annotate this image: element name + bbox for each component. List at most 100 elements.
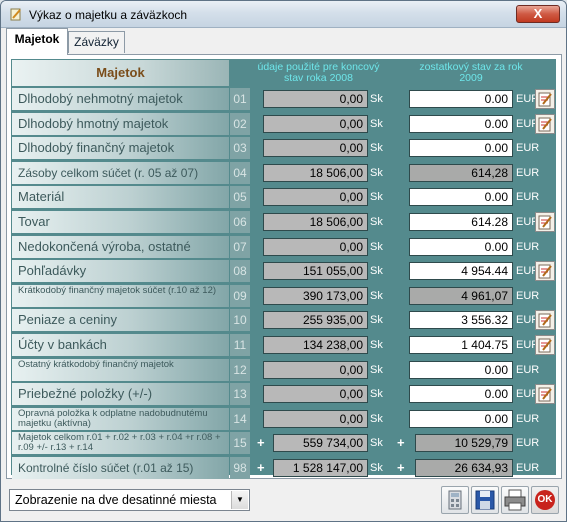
table-row: Dlhodobý nehmotný majetok 01 0,00 Sk 0.00 EUR: [11, 87, 556, 112]
eur-unit-label: EUR: [516, 289, 540, 302]
table-row: Krátkodobý finančný majetok súčet (r.10 …: [11, 284, 556, 309]
table-row: Opravná položka k odplatne nadobudnutému…: [11, 407, 556, 432]
row-number: 04: [230, 161, 250, 184]
title-bar: Výkaz o majetku a záväzkoch X: [1, 1, 566, 28]
plus-sign: +: [257, 460, 265, 475]
table-row: Peniaze a ceniny 10 255 935,00 Sk 3 556.32 EU…: [11, 308, 556, 333]
table-row: Tovar 06 18 506,00 Sk 614.28 EUR: [11, 210, 556, 235]
sk-unit-label: Sk: [370, 166, 383, 179]
save-icon: [475, 490, 495, 510]
table-row: Zásoby celkom súčet (r. 05 až 07) 04 18 50…: [11, 161, 556, 186]
current-year-input[interactable]: 0.00: [409, 237, 513, 256]
pencil-icon: [10, 8, 21, 21]
chevron-down-icon[interactable]: ▼: [231, 491, 248, 509]
print-button[interactable]: [501, 486, 529, 514]
current-year-input[interactable]: 0.00: [409, 90, 513, 108]
current-year-input[interactable]: 0.00: [409, 139, 513, 158]
previous-year-value: 390 173,00: [263, 286, 368, 305]
current-year-input[interactable]: 0.00: [409, 385, 513, 404]
window-title: Výkaz o majetku a záväzkoch: [29, 8, 188, 22]
table-row: Dlhodobý finančný majetok 03 0,00 Sk 0.00 EUR: [11, 136, 556, 161]
current-year-input[interactable]: 0.00: [409, 409, 513, 428]
current-year-input[interactable]: 0.00: [409, 114, 513, 133]
ok-button[interactable]: OK: [531, 486, 559, 514]
previous-year-value: 0,00: [263, 90, 368, 108]
previous-year-value: 0,00: [263, 237, 368, 256]
row-label: Opravná položka k odplatne nadobudnutému…: [12, 407, 229, 430]
table-row: Dlhodobý hmotný majetok 02 0,00 Sk 0.00 EUR: [11, 112, 556, 137]
sk-unit-label: Sk: [370, 412, 383, 425]
current-year-input[interactable]: 4 954.44: [409, 262, 513, 281]
edit-detail-button[interactable]: [535, 261, 555, 282]
row-number: 12: [230, 358, 250, 381]
current-year-input[interactable]: 1 404.75: [409, 336, 513, 354]
plus-sign: +: [397, 460, 405, 475]
table-row: Pohľadávky 08 151 055,00 Sk 4 954.44 EUR: [11, 259, 556, 284]
sk-unit-label: Sk: [370, 363, 383, 376]
edit-detail-button[interactable]: [535, 89, 555, 109]
row-number: 10: [230, 309, 250, 332]
eur-unit-label: EUR: [516, 166, 540, 179]
table-row: Priebežné položky (+/-) 13 0,00 Sk 0.00 EUR: [11, 382, 556, 407]
edit-detail-button[interactable]: [535, 212, 555, 232]
footer-bar: Zobrazenie na dve desatinné miesta ▼ OK: [1, 479, 566, 521]
notepad-icon: [538, 338, 552, 353]
row-label: Materiál: [12, 186, 229, 209]
row-number: 02: [230, 112, 250, 135]
previous-year-value: 0,00: [263, 385, 368, 404]
plus-sign: +: [397, 435, 405, 451]
previous-year-value: 559 734,00: [273, 434, 368, 453]
printer-icon: [504, 489, 526, 511]
table-row: Materiál 05 0,00 Sk 0.00 EUR: [11, 185, 556, 210]
sk-unit-label: Sk: [370, 265, 383, 278]
row-label: Účty v bankách: [12, 334, 229, 356]
row-label: Zásoby celkom súčet (r. 05 až 07): [12, 161, 229, 184]
current-year-value: 10 529,79: [415, 434, 513, 453]
table-row: Ostatný krátkodobý finančný majetok 12 0,0…: [11, 358, 556, 383]
eur-unit-label: EUR: [516, 240, 540, 253]
table-row: Kontrolné číslo súčet (r.01 až 15) 98 + +1 …: [11, 456, 556, 481]
sk-unit-label: Sk: [370, 240, 383, 253]
row-label: Pohľadávky: [12, 260, 229, 283]
current-year-input[interactable]: 3 556.32: [409, 311, 513, 330]
sk-unit-label: Sk: [370, 142, 383, 155]
assets-grid: Majetok údaje použité pre koncový stav r…: [11, 59, 556, 479]
decimal-display-select[interactable]: Zobrazenie na dve desatinné miesta ▼: [9, 489, 250, 511]
current-year-input[interactable]: 614.28: [409, 213, 513, 231]
previous-year-value: 0,00: [263, 188, 368, 207]
calculator-icon: [448, 490, 462, 510]
row-number: 07: [230, 235, 250, 258]
row-number: 03: [230, 137, 250, 160]
current-year-input[interactable]: 0.00: [409, 360, 513, 379]
table-row: Nedokončená výroba, ostatné 07 0,00 Sk 0.00 E…: [11, 235, 556, 260]
eur-unit-label: EUR: [516, 412, 540, 425]
edit-detail-button[interactable]: [535, 310, 555, 331]
sk-unit-label: Sk: [370, 314, 383, 327]
save-button[interactable]: [471, 486, 499, 514]
sk-unit-label: Sk: [370, 289, 383, 302]
header-current-year: zostatkový stav za rok 2009: [419, 61, 523, 84]
edit-detail-button[interactable]: [535, 113, 555, 134]
current-year-value: 4 961,07: [409, 286, 513, 305]
edit-detail-button[interactable]: [535, 384, 555, 405]
calculator-button[interactable]: [441, 486, 469, 514]
row-label: Dlhodobý finančný majetok: [12, 137, 229, 160]
previous-year-value: 18 506,00: [263, 213, 368, 231]
close-button[interactable]: X: [516, 5, 560, 23]
eur-unit-label: EUR: [516, 191, 540, 204]
notepad-icon: [538, 387, 552, 402]
tab-zavazky[interactable]: Záväzky: [68, 31, 125, 53]
header-previous-year: údaje použité pre koncový stav roka 2008: [257, 61, 380, 84]
notepad-icon: [538, 117, 552, 132]
current-year-input[interactable]: 0.00: [409, 188, 513, 207]
current-year-value: 26 634,93: [415, 459, 513, 477]
sk-unit-label: Sk: [370, 93, 383, 105]
tab-majetok[interactable]: Majetok: [6, 28, 68, 55]
select-value: Zobrazenie na dve desatinné miesta: [15, 493, 217, 507]
row-number: 15: [230, 432, 250, 455]
header-majetok: Majetok: [12, 60, 229, 86]
previous-year-value: 0,00: [263, 409, 368, 428]
edit-detail-button[interactable]: [535, 335, 555, 355]
previous-year-value: 1 528 147,00: [273, 459, 368, 477]
row-label: Nedokončená výroba, ostatné: [12, 235, 229, 258]
